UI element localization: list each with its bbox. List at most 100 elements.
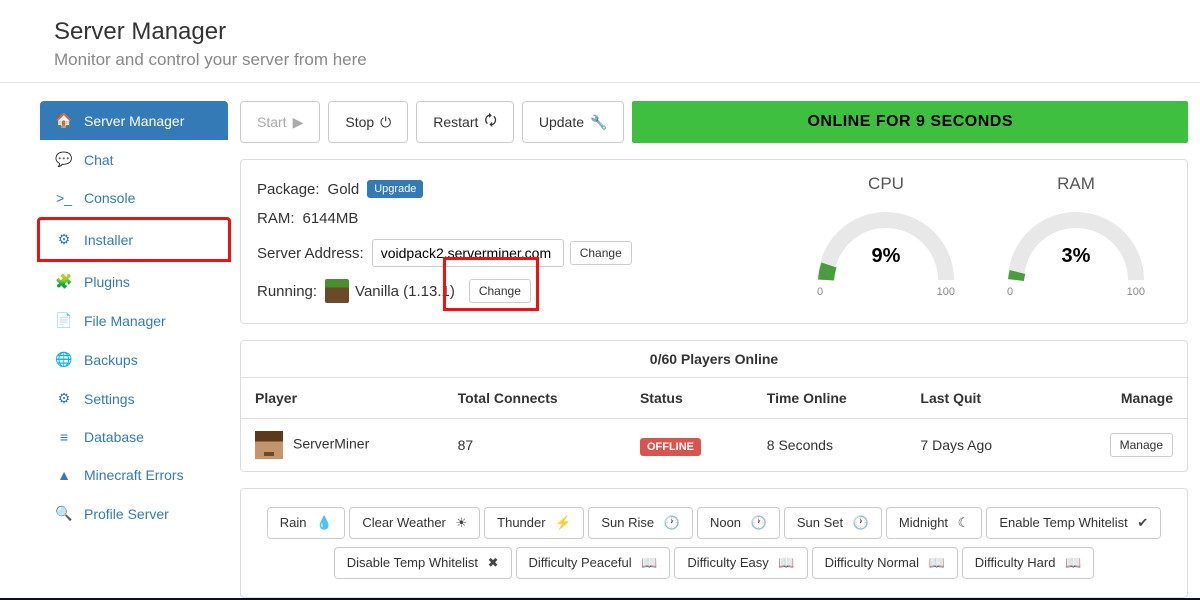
update-button[interactable]: Update 🔧 bbox=[522, 101, 625, 143]
settings-icon: ⚙ bbox=[54, 390, 74, 407]
action-icon: 🕐 bbox=[853, 515, 869, 530]
cpu-gauge-value: 9% bbox=[811, 245, 961, 268]
action-icon: 📖 bbox=[778, 555, 794, 570]
action-icon: 📖 bbox=[641, 555, 657, 570]
players-header: 0/60 Players Online bbox=[241, 341, 1187, 378]
player-time: 8 Seconds bbox=[753, 419, 907, 472]
upgrade-button[interactable]: Upgrade bbox=[367, 180, 423, 198]
action-sun-set[interactable]: Sun Set 🕐 bbox=[784, 507, 882, 539]
backup-icon: 🌐 bbox=[54, 351, 74, 368]
action-icon: 💧 bbox=[316, 515, 332, 530]
restart-button[interactable]: Restart 🗘 bbox=[416, 101, 514, 143]
gauges: CPU 9% 0100 RAM bbox=[811, 174, 1171, 309]
sidebar-item-label: Settings bbox=[84, 391, 135, 407]
sidebar: 🏠 Server Manager 💬Chat >_ Console ⚙ Installer 🧩… bbox=[40, 101, 228, 533]
action-sun-rise[interactable]: Sun Rise 🕐 bbox=[588, 507, 693, 539]
home-icon: 🏠 bbox=[54, 112, 74, 129]
ram-value: 6144MB bbox=[303, 210, 359, 227]
action-icon: ☀ bbox=[456, 515, 468, 530]
col-player: Player bbox=[241, 378, 444, 419]
running-value: Vanilla (1.13.1) bbox=[355, 283, 455, 300]
sidebar-item-label: Chat bbox=[84, 152, 114, 168]
action-enable-temp-whitelist[interactable]: Enable Temp Whitelist ✔ bbox=[986, 507, 1161, 539]
sidebar-item-label: Minecraft Errors bbox=[84, 467, 184, 483]
sidebar-item-database[interactable]: ≡ Database bbox=[40, 418, 228, 456]
sidebar-item-plugins[interactable]: 🧩Plugins bbox=[40, 262, 228, 301]
sidebar-item-file-manager[interactable]: 📄File Manager bbox=[40, 301, 228, 340]
address-label: Server Address: bbox=[257, 245, 364, 262]
installer-icon: ⚙ bbox=[54, 231, 74, 248]
action-thunder[interactable]: Thunder ⚡ bbox=[484, 507, 584, 539]
action-rain[interactable]: Rain 💧 bbox=[267, 507, 346, 539]
package-label: Package: bbox=[257, 181, 320, 198]
sidebar-item-minecraft-errors[interactable]: ▲Minecraft Errors bbox=[40, 456, 228, 494]
sidebar-item-profile-server[interactable]: 🔍 Profile Server bbox=[40, 494, 228, 533]
database-icon: ≡ bbox=[54, 429, 74, 445]
player-status: OFFLINE bbox=[626, 419, 753, 472]
sidebar-item-server-manager[interactable]: 🏠 Server Manager bbox=[40, 101, 228, 140]
console-icon: >_ bbox=[54, 190, 74, 206]
ram-gauge: RAM 3% 0100 bbox=[1001, 174, 1151, 309]
address-input[interactable] bbox=[372, 239, 564, 267]
sidebar-item-label: Database bbox=[84, 429, 144, 445]
action-icon: 🕐 bbox=[664, 515, 680, 530]
col-status: Status bbox=[626, 378, 753, 419]
sidebar-item-installer[interactable]: ⚙ Installer bbox=[37, 217, 231, 262]
sidebar-item-label: Console bbox=[84, 190, 135, 206]
sidebar-item-label: Backups bbox=[84, 352, 138, 368]
minecraft-icon bbox=[325, 279, 349, 303]
manage-player-button[interactable]: Manage bbox=[1110, 433, 1173, 457]
search-icon: 🔍 bbox=[54, 505, 74, 522]
sidebar-item-console[interactable]: >_ Console bbox=[40, 179, 228, 217]
table-row: ServerMiner87 OFFLINE 8 Seconds7 Days Ago M… bbox=[241, 419, 1187, 472]
cpu-gauge: CPU 9% 0100 bbox=[811, 174, 961, 309]
page-title: Server Manager bbox=[54, 18, 1172, 46]
action-icon: ⚡ bbox=[555, 515, 571, 530]
avatar-icon bbox=[255, 431, 283, 459]
player-connects: 87 bbox=[444, 419, 626, 472]
player-quit: 7 Days Ago bbox=[906, 419, 1048, 472]
sidebar-item-label: Installer bbox=[84, 232, 133, 248]
action-icon: ☾ bbox=[958, 515, 970, 530]
action-icon: 🕐 bbox=[751, 515, 767, 530]
action-icon: 📖 bbox=[929, 555, 945, 570]
ram-label: RAM: bbox=[257, 210, 295, 227]
action-difficulty-easy[interactable]: Difficulty Easy 📖 bbox=[674, 547, 807, 579]
cpu-gauge-title: CPU bbox=[811, 174, 961, 194]
change-version-button[interactable]: Change bbox=[469, 279, 531, 303]
sidebar-item-label: Profile Server bbox=[84, 506, 169, 522]
quick-actions-panel: Rain 💧Clear Weather ☀Thunder ⚡Sun Rise 🕐… bbox=[240, 488, 1188, 598]
sidebar-item-settings[interactable]: ⚙ Settings bbox=[40, 379, 228, 418]
action-midnight[interactable]: Midnight ☾ bbox=[886, 507, 982, 539]
stop-button[interactable]: Stop ⏻ bbox=[328, 101, 408, 143]
col-manage: Manage bbox=[1048, 378, 1187, 419]
action-difficulty-normal[interactable]: Difficulty Normal 📖 bbox=[812, 547, 958, 579]
change-address-button[interactable]: Change bbox=[570, 241, 632, 265]
toolbar: Start ▶ Stop ⏻ Restart 🗘 Update 🔧 ONLINE… bbox=[240, 101, 1188, 143]
start-button[interactable]: Start ▶ bbox=[240, 101, 320, 143]
play-icon: ▶ bbox=[293, 114, 304, 131]
sidebar-item-label: Plugins bbox=[84, 274, 130, 290]
page-header: Server Manager Monitor and control your … bbox=[0, 0, 1200, 83]
action-difficulty-peaceful[interactable]: Difficulty Peaceful 📖 bbox=[516, 547, 671, 579]
col-quit: Last Quit bbox=[906, 378, 1048, 419]
status-badge: OFFLINE bbox=[640, 438, 701, 456]
info-panel: Package: Gold Upgrade RAM: 6144MB Server… bbox=[240, 159, 1188, 324]
action-difficulty-hard[interactable]: Difficulty Hard 📖 bbox=[962, 547, 1094, 579]
action-icon: 📖 bbox=[1065, 555, 1081, 570]
action-disable-temp-whitelist[interactable]: Disable Temp Whitelist ✖ bbox=[334, 547, 512, 579]
sidebar-item-label: File Manager bbox=[84, 313, 166, 329]
refresh-icon: 🗘 bbox=[484, 110, 497, 134]
page-subtitle: Monitor and control your server from her… bbox=[54, 50, 1172, 70]
players-table: Player Total Connects Status Time Online… bbox=[241, 378, 1187, 471]
sidebar-item-chat[interactable]: 💬Chat bbox=[40, 140, 228, 179]
ram-gauge-value: 3% bbox=[1001, 245, 1151, 268]
action-clear-weather[interactable]: Clear Weather ☀ bbox=[349, 507, 480, 539]
players-panel: 0/60 Players Online Player Total Connect… bbox=[240, 340, 1188, 472]
action-noon[interactable]: Noon 🕐 bbox=[697, 507, 780, 539]
player-name: ServerMiner bbox=[241, 419, 444, 472]
sidebar-item-label: Server Manager bbox=[84, 113, 184, 129]
action-icon: ✔ bbox=[1137, 515, 1148, 530]
status-banner: ONLINE FOR 9 SECONDS bbox=[632, 101, 1188, 143]
sidebar-item-backups[interactable]: 🌐 Backups bbox=[40, 340, 228, 379]
